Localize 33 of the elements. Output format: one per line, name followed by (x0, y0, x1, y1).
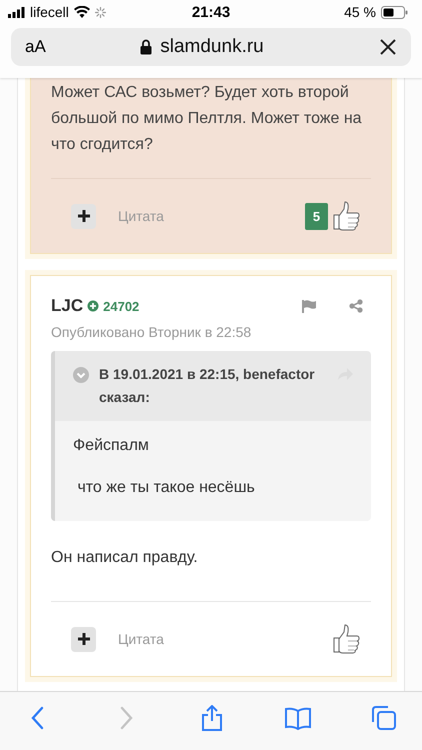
thumbs-up-icon[interactable] (331, 624, 361, 654)
publish-date: Опубликовано Вторник в 22:58 (51, 324, 252, 340)
tabs-icon[interactable] (371, 705, 397, 731)
author-name[interactable]: LJC (51, 296, 84, 316)
wifi-icon (74, 6, 90, 18)
post-text: Может САС возьмет? Будет хоть второй большой по мимо Пелтля. Может тоже на что сгодится? (51, 78, 371, 179)
lock-icon (140, 39, 152, 55)
activity-spinner-icon (94, 6, 106, 18)
book-icon[interactable] (284, 705, 311, 731)
battery-percent: 45 % (344, 4, 376, 20)
reputation-count: 24702 (103, 298, 140, 314)
quote-text: что же ты такое несёшь (76, 479, 256, 497)
post-text: Он написал правду. (51, 527, 371, 602)
plus-icon (78, 633, 90, 645)
quote-text: Фейспалм (73, 437, 150, 455)
thumbs-up-icon[interactable] (331, 201, 361, 231)
quote-header: В 19.01.2021 в 22:15, benefactor сказал: (99, 365, 316, 407)
share-icon[interactable] (349, 299, 363, 313)
flag-icon[interactable] (302, 300, 317, 312)
battery-icon (381, 6, 408, 18)
multiquote-button[interactable] (71, 204, 96, 228)
plus-icon (78, 210, 90, 222)
address-bar[interactable]: aA slamdunk.ru (11, 28, 411, 66)
multiquote-button[interactable] (71, 626, 96, 652)
like-count: 5 (305, 202, 328, 230)
signal-icon (8, 6, 25, 18)
plus-circle-icon (87, 300, 100, 312)
text-size-button[interactable]: aA (25, 37, 65, 57)
close-icon[interactable] (379, 38, 397, 56)
collapse-icon[interactable] (73, 367, 89, 383)
clock-time: 21:43 (192, 4, 230, 20)
url-text: slamdunk.ru (160, 36, 264, 58)
carrier-name: lifecell (30, 4, 69, 20)
